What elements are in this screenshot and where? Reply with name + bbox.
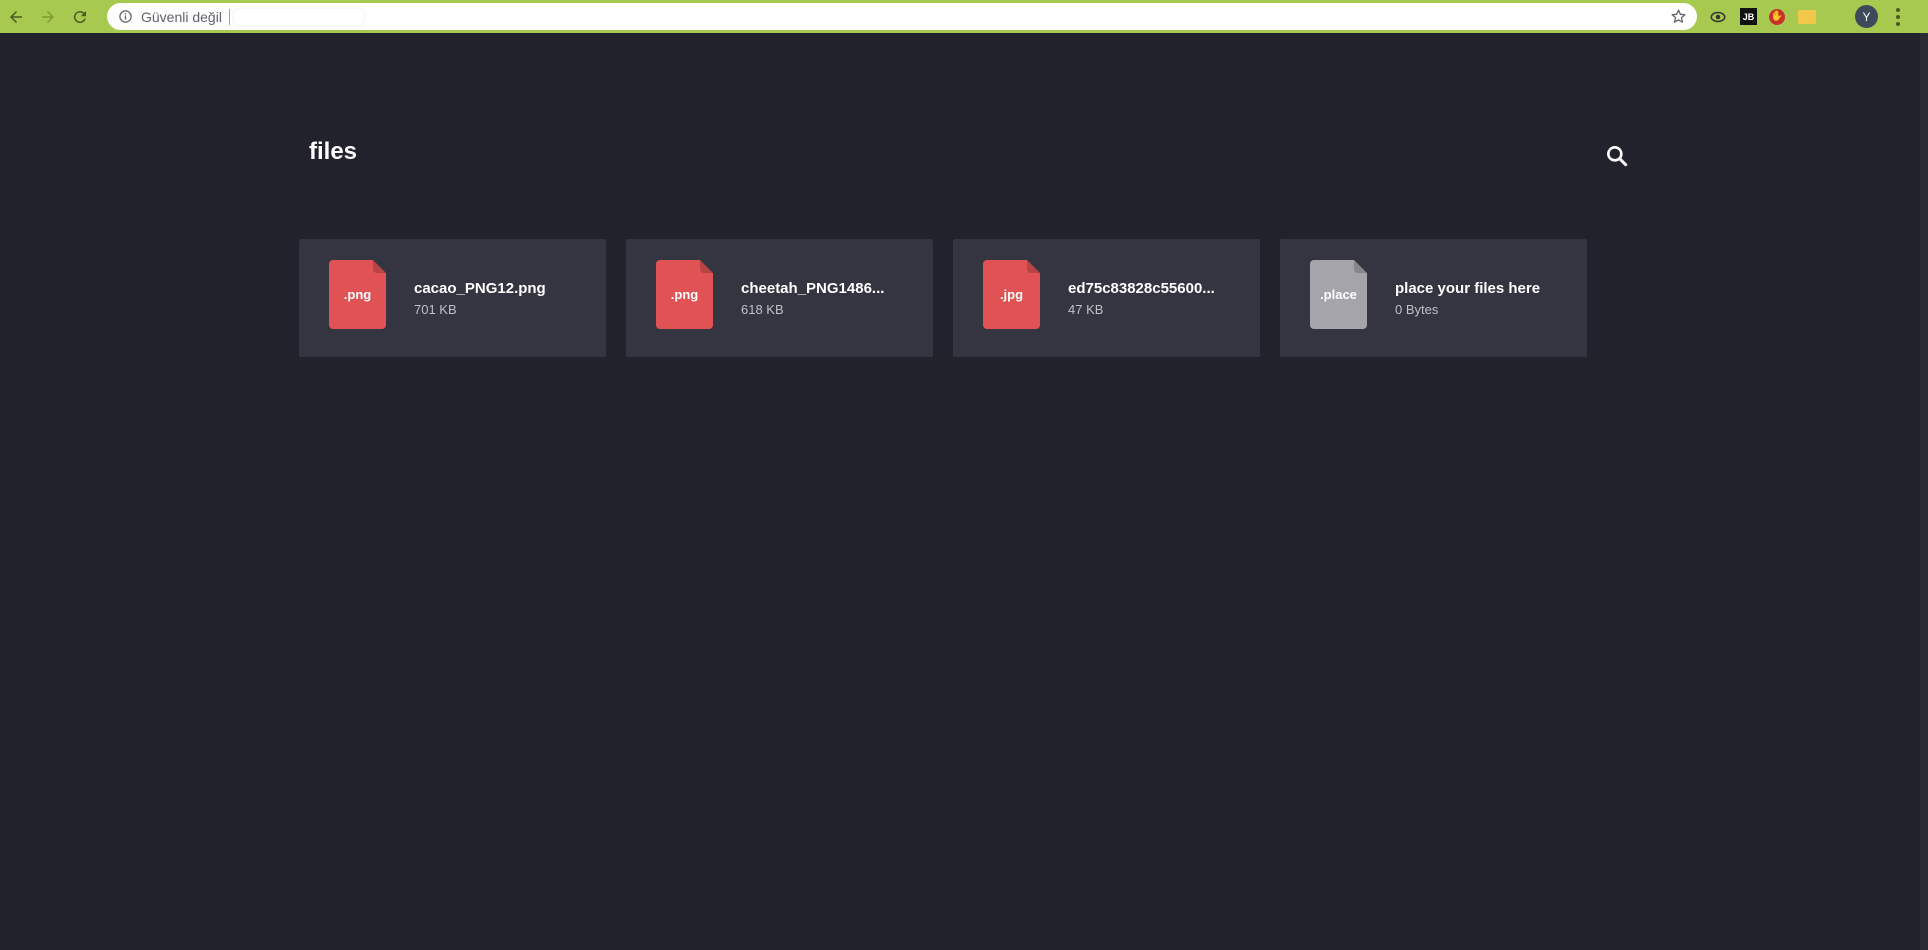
browser-toolbar: Güvenli değil JB ✋ Y bbox=[0, 0, 1928, 33]
file-card[interactable]: .place place your files here 0 Bytes bbox=[1280, 239, 1587, 357]
file-size: 47 KB bbox=[1068, 302, 1104, 317]
file-size: 0 Bytes bbox=[1395, 302, 1439, 317]
address-bar[interactable]: Güvenli değil bbox=[107, 3, 1697, 30]
file-name: ed75c83828c55600... bbox=[1068, 280, 1215, 297]
arrow-right-icon bbox=[42, 10, 54, 23]
files-grid: .png cacao_PNG12.png 701 KB .png cheetah… bbox=[299, 239, 1587, 357]
file-extension-label: .png bbox=[343, 287, 372, 302]
omnibox-separator bbox=[228, 8, 230, 25]
file-icon: .jpg bbox=[983, 260, 1040, 329]
reload-icon bbox=[73, 10, 86, 23]
file-extension-label: .png bbox=[670, 287, 699, 302]
file-size: 701 KB bbox=[414, 302, 457, 317]
bookmark-star-icon[interactable] bbox=[1670, 8, 1687, 25]
file-card[interactable]: .jpg ed75c83828c55600... 47 KB bbox=[953, 239, 1260, 357]
file-card[interactable]: .png cheetah_PNG1486... 618 KB bbox=[626, 239, 933, 357]
file-card[interactable]: .png cacao_PNG12.png 701 KB bbox=[299, 239, 606, 357]
file-icon: .png bbox=[329, 260, 386, 329]
page-title: files bbox=[309, 138, 358, 165]
security-label: Güvenli değil bbox=[141, 8, 222, 25]
file-extension-label: .jpg bbox=[999, 287, 1024, 302]
stop-extension-icon[interactable]: ✋ bbox=[1769, 8, 1785, 25]
file-icon: .png bbox=[656, 260, 713, 329]
browser-menu-icon[interactable] bbox=[1890, 6, 1906, 28]
info-icon[interactable] bbox=[117, 9, 133, 25]
extensions-area: JB ✋ bbox=[1708, 0, 1817, 33]
folder-extension-icon[interactable] bbox=[1797, 7, 1817, 27]
file-name: cheetah_PNG1486... bbox=[741, 280, 885, 297]
url-redacted[interactable] bbox=[233, 8, 364, 25]
reload-button[interactable] bbox=[64, 0, 96, 33]
search-icon bbox=[1607, 146, 1628, 167]
profile-avatar[interactable]: Y bbox=[1855, 5, 1878, 28]
file-icon: .place bbox=[1310, 260, 1367, 329]
back-button[interactable] bbox=[0, 0, 32, 33]
file-name: place your files here bbox=[1395, 280, 1541, 297]
file-name: cacao_PNG12.png bbox=[414, 280, 546, 297]
eye-extension-icon[interactable] bbox=[1708, 7, 1728, 27]
page-scrollbar[interactable] bbox=[1920, 33, 1928, 950]
forward-button[interactable] bbox=[32, 0, 64, 33]
arrow-left-icon bbox=[10, 10, 22, 23]
file-size: 618 KB bbox=[741, 302, 784, 317]
file-extension-label: .place bbox=[1320, 287, 1357, 302]
search-button[interactable] bbox=[1604, 143, 1630, 169]
jb-extension-icon[interactable]: JB bbox=[1740, 8, 1757, 25]
